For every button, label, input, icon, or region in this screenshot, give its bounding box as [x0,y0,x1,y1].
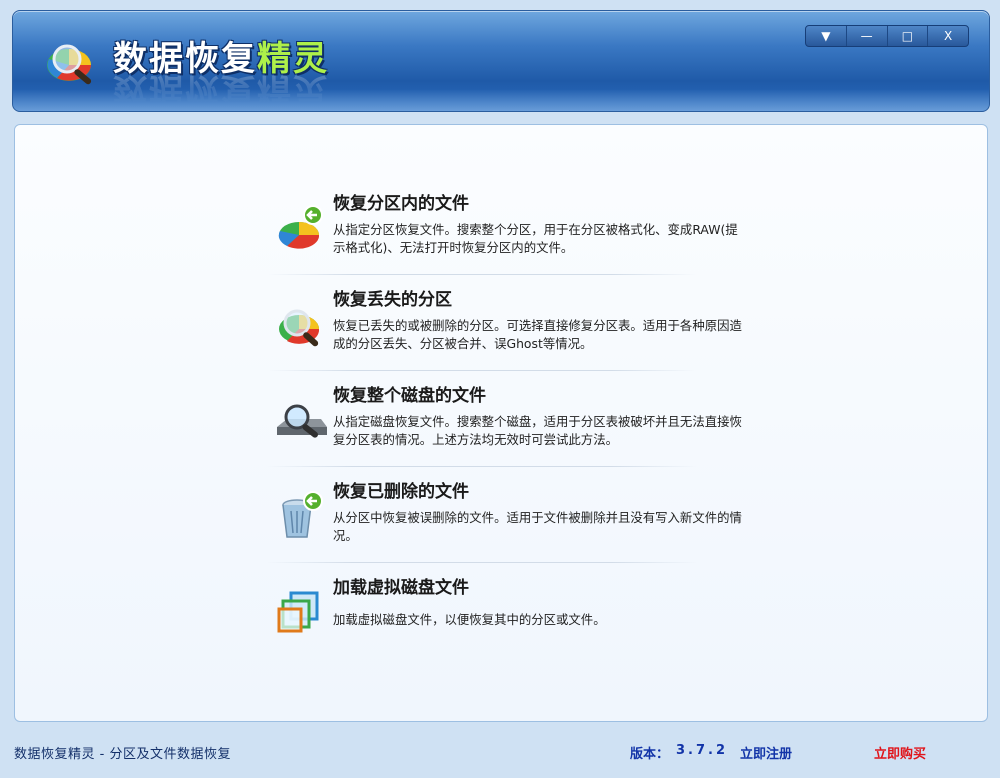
option-title: 恢复分区内的文件 [333,194,469,214]
close-button[interactable]: X [927,26,968,46]
divider [267,466,697,467]
option-load-virtual-disk[interactable]: 加载虚拟磁盘文件 加载虚拟磁盘文件，以便恢复其中的分区或文件。 [271,573,711,653]
status-bar: 数据恢复精灵 - 分区及文件数据恢复 版本： 3.7.2 立即注册 立即购买 [0,734,1000,768]
option-recover-lost-partition[interactable]: 恢复丢失的分区 恢复已丢失的或被删除的分区。可选择直接修复分区表。适用于各种原因… [271,285,742,365]
option-title: 恢复已删除的文件 [333,482,469,502]
option-description: 从指定磁盘恢复文件。搜索整个磁盘，适用于分区表被破坏并且无法直接恢复分区表的情况… [333,414,742,447]
app-title-reflection: 数据恢复精灵 [113,70,329,110]
dropdown-menu-button[interactable]: ▼ [806,26,846,46]
version-label: 版本： [630,747,670,762]
lost-partition-icon [279,309,320,347]
option-title: 恢复整个磁盘的文件 [333,386,486,406]
magnifier-pie-icon [47,44,92,85]
divider [267,562,697,563]
title-bar: 数据恢复精灵 数据恢复精灵 ▼ — □ X [12,10,990,112]
recycle-bin-icon [282,491,323,538]
partition-files-icon [278,205,323,249]
divider [267,274,697,275]
option-description: 恢复已丢失的或被删除的分区。可选择直接修复分区表。适用于各种原因造成的分区丢失、… [333,318,742,351]
maximize-button[interactable]: □ [886,26,928,46]
divider [267,370,697,371]
chevron-down-icon: ▼ [821,29,831,43]
register-link[interactable]: 立即注册 [740,743,792,762]
option-description: 从指定分区恢复文件。搜索整个分区，用于在分区被格式化、变成RAW(提示格式化)、… [333,222,738,255]
option-description: 加载虚拟磁盘文件，以便恢复其中的分区或文件。 [333,612,606,627]
maximize-icon: □ [901,29,914,43]
buy-link[interactable]: 立即购买 [874,743,926,762]
minimize-button[interactable]: — [845,26,887,46]
close-icon: X [944,29,953,43]
option-recover-deleted-files[interactable]: 恢复已删除的文件 从分区中恢复被误删除的文件。适用于文件被删除并且没有写入新文件… [271,477,742,557]
option-title: 加载虚拟磁盘文件 [333,578,469,598]
option-description: 从分区中恢复被误删除的文件。适用于文件被删除并且没有写入新文件的情况。 [333,510,742,543]
disk-search-icon [277,404,327,438]
option-title: 恢复丢失的分区 [333,290,452,310]
version-value: 3.7.2 [676,743,729,758]
option-recover-whole-disk[interactable]: 恢复整个磁盘的文件 从指定磁盘恢复文件。搜索整个磁盘，适用于分区表被破坏并且无法… [271,381,742,461]
virtual-disk-icon [277,591,319,633]
option-recover-partition-files[interactable]: 恢复分区内的文件 从指定分区恢复文件。搜索整个分区，用于在分区被格式化、变成RA… [271,189,738,269]
window-controls: ▼ — □ X [805,25,969,47]
main-panel: 恢复分区内的文件 从指定分区恢复文件。搜索整个分区，用于在分区被格式化、变成RA… [14,124,988,722]
minimize-icon: — [860,29,873,43]
status-text: 数据恢复精灵 - 分区及文件数据恢复 [14,747,231,762]
